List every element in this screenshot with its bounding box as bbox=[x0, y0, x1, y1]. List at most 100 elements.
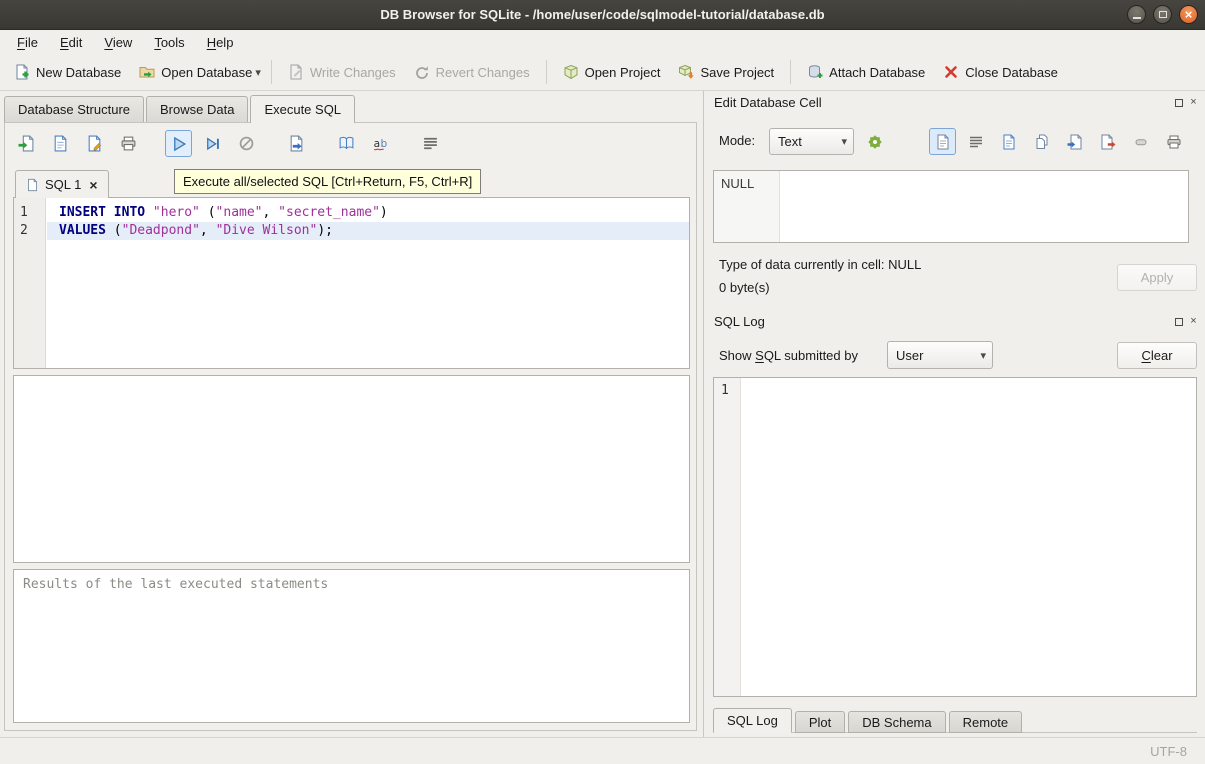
encoding-indicator[interactable]: UTF-8 bbox=[1150, 744, 1187, 759]
sql-document-icon bbox=[26, 178, 39, 192]
export-sql-button[interactable] bbox=[283, 130, 310, 157]
open-reference-button[interactable] bbox=[333, 130, 360, 157]
word-wrap-button[interactable] bbox=[417, 130, 444, 157]
menu-file[interactable]: File bbox=[6, 32, 49, 53]
open-sql-file-icon bbox=[18, 135, 35, 152]
export-cell-data-button[interactable] bbox=[1094, 128, 1121, 155]
sql-document-tab[interactable]: SQL 1 × bbox=[15, 170, 109, 198]
sql-token: , bbox=[263, 205, 279, 220]
copy-icon bbox=[1034, 134, 1050, 150]
open-project-button[interactable]: Open Project bbox=[554, 59, 670, 85]
execute-current-line-button[interactable] bbox=[199, 130, 226, 157]
save-project-icon bbox=[678, 64, 694, 80]
status-bar: UTF-8 bbox=[0, 737, 1205, 764]
format-sql-button[interactable]: ab bbox=[367, 130, 394, 157]
sql-token: INSERT INTO bbox=[59, 205, 145, 220]
save-sql-file-icon bbox=[52, 135, 69, 152]
save-sql-file-as-button[interactable] bbox=[81, 130, 108, 157]
mode-label: Mode: bbox=[719, 133, 755, 148]
toolbar-separator bbox=[271, 60, 272, 84]
editor-gutter: 1 2 bbox=[14, 198, 46, 368]
set-null-button[interactable] bbox=[1127, 128, 1154, 155]
cell-size-info: 0 byte(s) bbox=[719, 280, 770, 295]
write-changes-icon bbox=[288, 64, 304, 80]
execute-all-button[interactable] bbox=[165, 130, 192, 157]
close-button[interactable]: × bbox=[1179, 5, 1198, 24]
sql-token: ( bbox=[200, 205, 216, 220]
revert-changes-icon bbox=[414, 64, 430, 80]
close-panel-icon[interactable]: × bbox=[1188, 316, 1199, 327]
mode-select[interactable]: Text ▾ bbox=[769, 128, 854, 155]
editor-code-area[interactable]: INSERT INTO "hero" ("name", "secret_name… bbox=[47, 198, 689, 368]
print-cell-button[interactable] bbox=[1160, 128, 1187, 155]
menu-view[interactable]: View bbox=[93, 32, 143, 53]
tab-browse-data[interactable]: Browse Data bbox=[146, 96, 248, 122]
tab-db-schema[interactable]: DB Schema bbox=[848, 711, 945, 733]
save-sql-file-button[interactable] bbox=[47, 130, 74, 157]
tab-remote[interactable]: Remote bbox=[949, 711, 1023, 733]
sql-toolbar: ab bbox=[13, 128, 444, 158]
main-tab-bar: Database Structure Browse Data Execute S… bbox=[4, 95, 357, 123]
sql-token: "Dive Wilson" bbox=[216, 223, 318, 238]
main-toolbar: New Database Open Database ▾ Write Chang… bbox=[0, 54, 1205, 91]
import-icon bbox=[1067, 134, 1083, 150]
sql-log-view[interactable]: 1 bbox=[713, 377, 1197, 697]
float-panel-icon[interactable] bbox=[1173, 316, 1184, 327]
tab-database-structure[interactable]: Database Structure bbox=[4, 96, 144, 122]
menu-help[interactable]: Help bbox=[196, 32, 245, 53]
import-cell-data-button[interactable] bbox=[1061, 128, 1088, 155]
attach-database-icon bbox=[807, 64, 823, 80]
sql-document-tab-label: SQL 1 bbox=[45, 177, 81, 192]
word-wrap-cell-button[interactable] bbox=[962, 128, 989, 155]
text-view-button[interactable] bbox=[929, 128, 956, 155]
new-database-button[interactable]: New Database bbox=[5, 59, 130, 85]
svg-text:a: a bbox=[374, 137, 381, 150]
menu-tools[interactable]: Tools bbox=[143, 32, 195, 53]
new-database-icon bbox=[14, 64, 30, 80]
save-sql-file-as-icon bbox=[86, 135, 103, 152]
log-filter-select[interactable]: User ▾ bbox=[887, 341, 993, 369]
sql-editor[interactable]: 1 2 INSERT INTO "hero" ("name", "secret_… bbox=[13, 197, 690, 369]
tab-sql-log[interactable]: SQL Log bbox=[713, 708, 792, 733]
cell-value: NULL bbox=[714, 171, 780, 242]
chevron-down-icon: ▾ bbox=[841, 135, 847, 148]
close-database-button[interactable]: Close Database bbox=[934, 59, 1067, 85]
right-pane: Edit Database Cell × Mode: Text ▾ NULL T… bbox=[703, 91, 1205, 737]
float-panel-icon[interactable] bbox=[1173, 97, 1184, 108]
revert-changes-button: Revert Changes bbox=[405, 59, 539, 85]
close-database-icon bbox=[943, 64, 959, 80]
print-icon bbox=[1166, 134, 1182, 150]
menubar: File Edit View Tools Help bbox=[0, 30, 1205, 54]
cell-type-info: Type of data currently in cell: NULL bbox=[719, 257, 921, 272]
sql-token bbox=[145, 205, 153, 220]
db-browser-window: DB Browser for SQLite - /home/user/code/… bbox=[0, 0, 1205, 764]
copy-cell-button[interactable] bbox=[1028, 128, 1055, 155]
json-view-button[interactable] bbox=[995, 128, 1022, 155]
close-icon: × bbox=[1185, 8, 1193, 21]
print-sql-button[interactable] bbox=[115, 130, 142, 157]
execute-tooltip: Execute all/selected SQL [Ctrl+Return, F… bbox=[174, 169, 481, 194]
clear-log-button[interactable]: Clear bbox=[1117, 342, 1197, 369]
maximize-button[interactable] bbox=[1153, 5, 1172, 24]
maximize-icon bbox=[1159, 11, 1167, 18]
bottom-tab-bar: SQL Log Plot DB Schema Remote bbox=[713, 708, 1025, 733]
stop-execution-button bbox=[233, 130, 260, 157]
close-panel-icon[interactable]: × bbox=[1188, 97, 1199, 108]
open-database-dropdown[interactable]: ▾ bbox=[255, 61, 264, 84]
tab-execute-sql[interactable]: Execute SQL bbox=[250, 95, 355, 123]
auto-switch-mode-button[interactable] bbox=[860, 128, 889, 155]
close-tab-icon[interactable]: × bbox=[89, 177, 97, 193]
sql-token: ( bbox=[106, 223, 122, 238]
sql-token: "Deadpond" bbox=[122, 223, 200, 238]
sql-token: "secret_name" bbox=[278, 205, 380, 220]
line-number: 1 bbox=[14, 204, 45, 222]
open-sql-file-button[interactable] bbox=[13, 130, 40, 157]
code-line-1: INSERT INTO "hero" ("name", "secret_name… bbox=[47, 204, 689, 222]
attach-database-button[interactable]: Attach Database bbox=[798, 59, 934, 85]
open-database-button[interactable]: Open Database bbox=[130, 59, 261, 85]
cell-value-editor[interactable]: NULL bbox=[713, 170, 1189, 243]
menu-edit[interactable]: Edit bbox=[49, 32, 93, 53]
save-project-button[interactable]: Save Project bbox=[669, 59, 783, 85]
minimize-button[interactable] bbox=[1127, 5, 1146, 24]
tab-plot[interactable]: Plot bbox=[795, 711, 845, 733]
